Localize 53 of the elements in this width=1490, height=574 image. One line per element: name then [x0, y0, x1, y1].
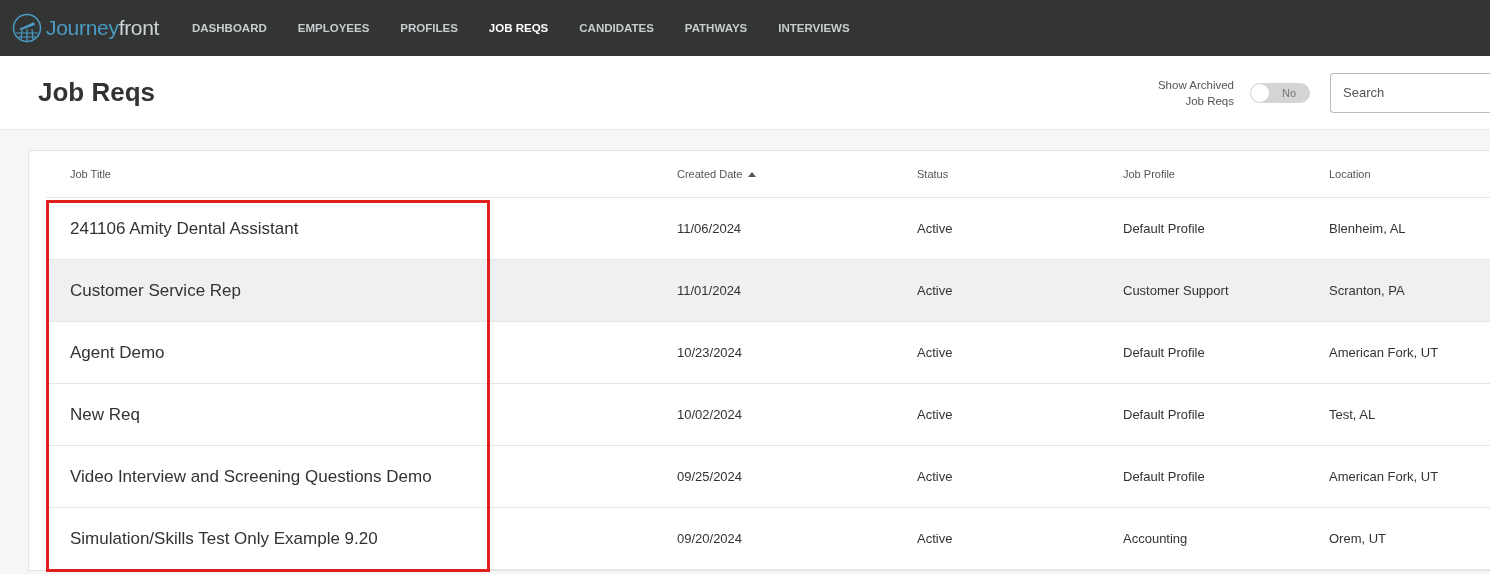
column-header[interactable]: Location — [1329, 168, 1371, 180]
table-cell: Active — [917, 345, 953, 360]
nav-item[interactable]: DASHBOARD — [192, 22, 267, 34]
table-cell: Blenheim, AL — [1329, 221, 1406, 236]
column-header[interactable]: Status — [917, 168, 949, 180]
table-cell: 10/23/2024 — [677, 345, 743, 360]
search-field[interactable]: Search — [1330, 72, 1490, 113]
table-cell: American Fork, UT — [1329, 469, 1439, 484]
table-cell: Orem, UT — [1329, 531, 1387, 546]
table-cell: Scranton, PA — [1329, 283, 1405, 298]
logo-icon — [12, 13, 42, 43]
table-cell: Active — [917, 283, 953, 298]
table-cell: Customer Service Rep — [70, 280, 241, 300]
table-row[interactable]: Agent Demo 10/23/2024 Active Default Profile American Fork, UT — [46, 322, 1490, 384]
table-cell: Video Interview and Screening Questions Demo — [70, 466, 432, 486]
column-header[interactable]: Created Date — [677, 168, 743, 180]
column-header[interactable]: Job Profile — [1123, 168, 1175, 180]
toggle-label: Show Archived Job Reqs — [1156, 77, 1234, 109]
table-cell: 10/02/2024 — [677, 407, 743, 422]
table-cell: Default Profile — [1123, 221, 1205, 236]
nav-item[interactable]: INTERVIEWS — [778, 22, 850, 34]
table-cell: Active — [917, 531, 953, 546]
table-cell: Customer Support — [1123, 283, 1229, 298]
nav-item[interactable]: PATHWAYS — [684, 22, 748, 34]
table-cell: Simulation/Skills Test Only Example 9.20 — [70, 528, 378, 548]
table-cell: Accounting — [1123, 531, 1188, 546]
table-row[interactable]: Video Interview and Screening Questions Demo 09/25/2024 Active Default Profile American Fork, UT — [46, 446, 1490, 508]
sort-up-icon — [748, 171, 757, 177]
table-cell: 241106 Amity Dental Assistant — [70, 218, 299, 238]
table-cell: Test, AL — [1329, 407, 1376, 422]
table-cell: 09/20/2024 — [677, 531, 743, 546]
table-row[interactable]: Customer Service Rep 11/01/2024 Active Customer Support Scranton, PA — [46, 260, 1490, 322]
nav-item[interactable]: CANDIDATES — [579, 22, 654, 34]
table-cell: Agent Demo — [70, 342, 165, 362]
nav-item[interactable]: EMPLOYEES — [297, 22, 370, 34]
column-header[interactable]: Job Title — [70, 168, 111, 180]
nav-item[interactable]: JOB REQS — [488, 22, 549, 34]
table-cell: 11/01/2024 — [677, 283, 742, 298]
table-row[interactable]: Simulation/Skills Test Only Example 9.20 09/20/2024 Active Accounting Orem, UT — [46, 508, 1490, 570]
table-cell: Active — [917, 221, 953, 236]
table-cell: Active — [917, 469, 953, 484]
table-row[interactable]: New Req 10/02/2024 Active Default Profile Test, AL — [46, 384, 1490, 446]
brand-logo[interactable]: Journeyfront — [46, 16, 160, 40]
page-title: Job Reqs — [38, 77, 157, 108]
table-cell: New Req — [70, 404, 140, 424]
table-cell: 09/25/2024 — [677, 469, 743, 484]
table-cell: Active — [917, 407, 953, 422]
table-cell: 11/06/2024 — [677, 221, 742, 236]
table-cell: Default Profile — [1123, 407, 1205, 422]
table-cell: Default Profile — [1123, 469, 1205, 484]
nav-item[interactable]: PROFILES — [400, 22, 458, 34]
table-cell: American Fork, UT — [1329, 345, 1439, 360]
table-cell: Default Profile — [1123, 345, 1205, 360]
